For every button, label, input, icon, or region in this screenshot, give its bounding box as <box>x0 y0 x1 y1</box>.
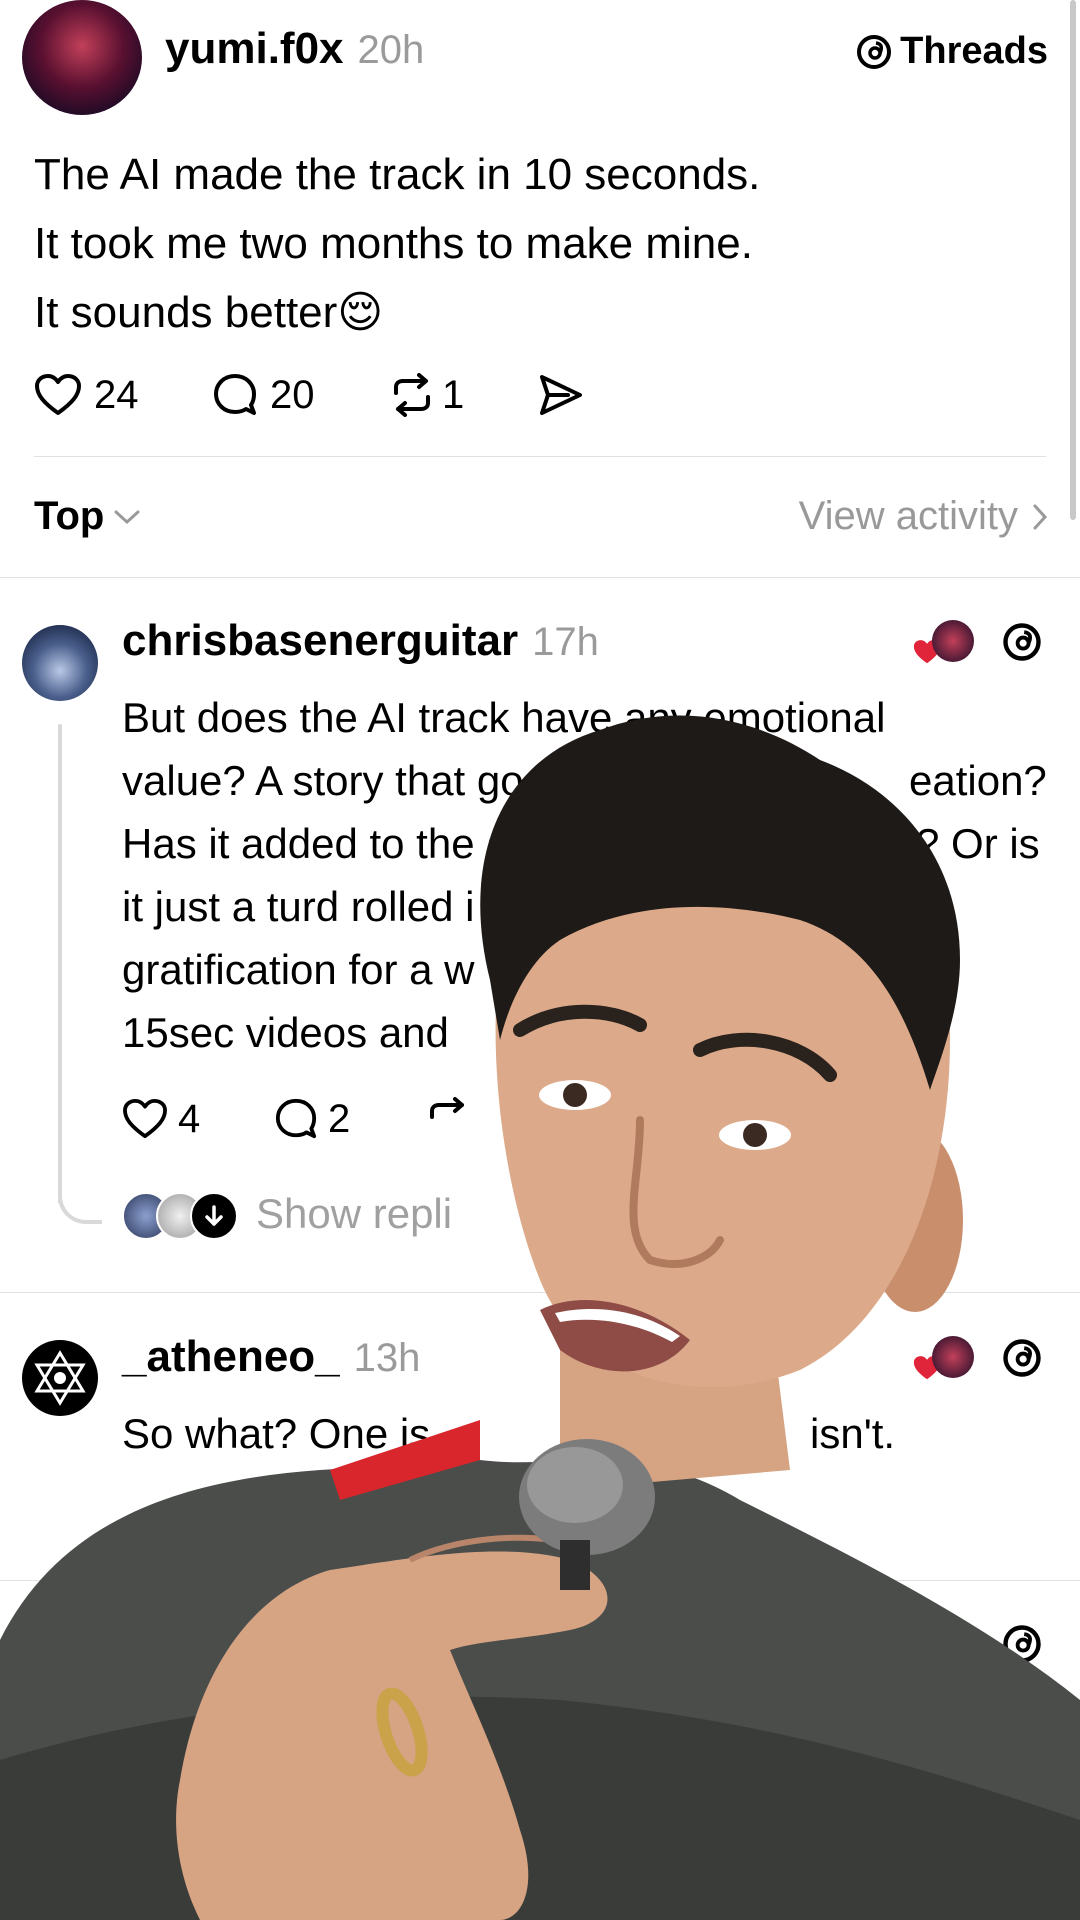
post-author-avatar[interactable] <box>22 0 142 115</box>
threads-brand-label: Threads <box>900 30 1048 72</box>
reply-time: 13h <box>353 1336 421 1380</box>
reply-divider <box>0 1580 1080 1581</box>
author-mini-avatar <box>932 1336 974 1378</box>
threads-logo-icon[interactable] <box>1000 1336 1044 1380</box>
comment-count: 20 <box>270 372 315 417</box>
comment-icon <box>212 372 258 418</box>
repost-icon <box>424 1097 472 1141</box>
reply-line: value? A story that go eation? <box>122 757 1047 804</box>
reply-comment-button[interactable]: 2 <box>274 1097 424 1142</box>
post-divider <box>34 456 1046 457</box>
post-line: It took me two months to make mine. <box>34 219 753 268</box>
expand-replies-badge <box>190 1192 238 1240</box>
reply-repost-button[interactable] <box>424 1097 472 1141</box>
chevron-right-icon <box>1032 504 1048 530</box>
presenter-shirt <box>0 1460 1080 1920</box>
reply-text-right: isn't. <box>810 1410 896 1457</box>
post-body: The AI made the track in 10 seconds. It … <box>34 140 994 347</box>
post-header: yumi.f0x 20h <box>165 24 424 84</box>
reply-line: 15sec videos and <box>122 1009 449 1056</box>
reply-comment-count: 2 <box>328 1096 351 1141</box>
reply-body: So what? One is isn't. <box>122 1402 1052 1465</box>
scrollbar[interactable] <box>1070 0 1076 520</box>
reply-username[interactable]: _atheneo_ <box>122 1332 340 1382</box>
chevron-down-icon <box>114 509 140 525</box>
heart-icon <box>122 1098 168 1140</box>
liked-by-author-badge <box>912 620 976 668</box>
post-line: The AI made the track in 10 seconds. <box>34 150 761 199</box>
liked-by-author-badge <box>912 1336 976 1384</box>
like-button[interactable]: 24 <box>34 373 212 418</box>
reply-line: But does the AI track have any emotional <box>122 694 886 741</box>
comment-button[interactable]: 20 <box>212 372 388 418</box>
comment-icon <box>274 1097 318 1141</box>
reply-time: 17h <box>532 620 599 664</box>
reply-line: gratification for a w <box>122 946 475 993</box>
threads-brand[interactable]: Threads <box>854 30 1048 73</box>
presenter-ring <box>376 1687 428 1777</box>
post-time: 20h <box>357 28 425 72</box>
reply-author-avatar[interactable] <box>22 625 98 701</box>
reply-username[interactable]: chrisbasenerguitar <box>122 616 518 666</box>
sort-divider <box>0 577 1080 578</box>
post-username[interactable]: yumi.f0x <box>165 24 344 74</box>
author-mini-avatar <box>932 620 974 662</box>
sort-label: Top <box>34 494 105 538</box>
reply-text-left: So what? One is <box>122 1410 431 1457</box>
show-replies-row[interactable]: Show repli <box>122 1190 453 1240</box>
arrow-down-icon <box>203 1204 225 1228</box>
threads-logo-icon[interactable] <box>1000 620 1044 664</box>
reply-actions: 4 2 <box>122 1094 472 1144</box>
view-activity-label: View activity <box>798 494 1018 538</box>
reply-line: it just a turd rolled i <box>122 883 475 930</box>
reply-like-count: 4 <box>178 1096 201 1141</box>
reply-header: chrisbasenerguitar 17h <box>122 616 599 666</box>
like-count: 24 <box>94 372 139 417</box>
thread-line <box>58 724 62 1204</box>
star-logo-icon <box>34 1350 86 1406</box>
presenter-mouth <box>540 1300 690 1372</box>
reply-like-button[interactable]: 4 <box>122 1097 274 1142</box>
repost-count: 1 <box>442 372 465 417</box>
threads-logo-icon <box>854 32 894 72</box>
share-button[interactable] <box>538 373 584 417</box>
presenter-eye <box>719 1120 791 1150</box>
reply-body: But does the AI track have any emotional… <box>122 686 1052 1064</box>
microphone-body <box>560 1540 590 1590</box>
presenter-shirt-shadow <box>0 1696 1080 1920</box>
repost-icon <box>388 373 436 417</box>
reply-header: _atheneo_ 13h <box>122 1332 420 1382</box>
presenter-eye <box>539 1080 611 1110</box>
presenter-nose <box>629 1116 724 1268</box>
reply-connector-curve <box>58 1170 102 1224</box>
post-actions: 24 20 1 <box>34 370 584 420</box>
view-activity-link[interactable]: View activity <box>799 494 1048 539</box>
repost-button[interactable]: 1 <box>388 373 538 418</box>
reply-author-avatar[interactable] <box>22 1340 98 1416</box>
reply-line: Has it added to the a ? Or is <box>122 820 1040 867</box>
share-icon <box>538 373 584 417</box>
presenter-ear <box>867 1128 963 1312</box>
show-replies-label: Show repli <box>256 1190 453 1237</box>
presenter-hand <box>176 1551 608 1920</box>
sort-dropdown[interactable]: Top <box>34 494 140 539</box>
replier-avatars <box>122 1190 238 1240</box>
post-line: It sounds better😌 <box>34 288 384 337</box>
heart-icon <box>34 373 82 417</box>
reply-divider <box>0 1292 1080 1293</box>
threads-logo-icon[interactable] <box>1000 1622 1044 1666</box>
